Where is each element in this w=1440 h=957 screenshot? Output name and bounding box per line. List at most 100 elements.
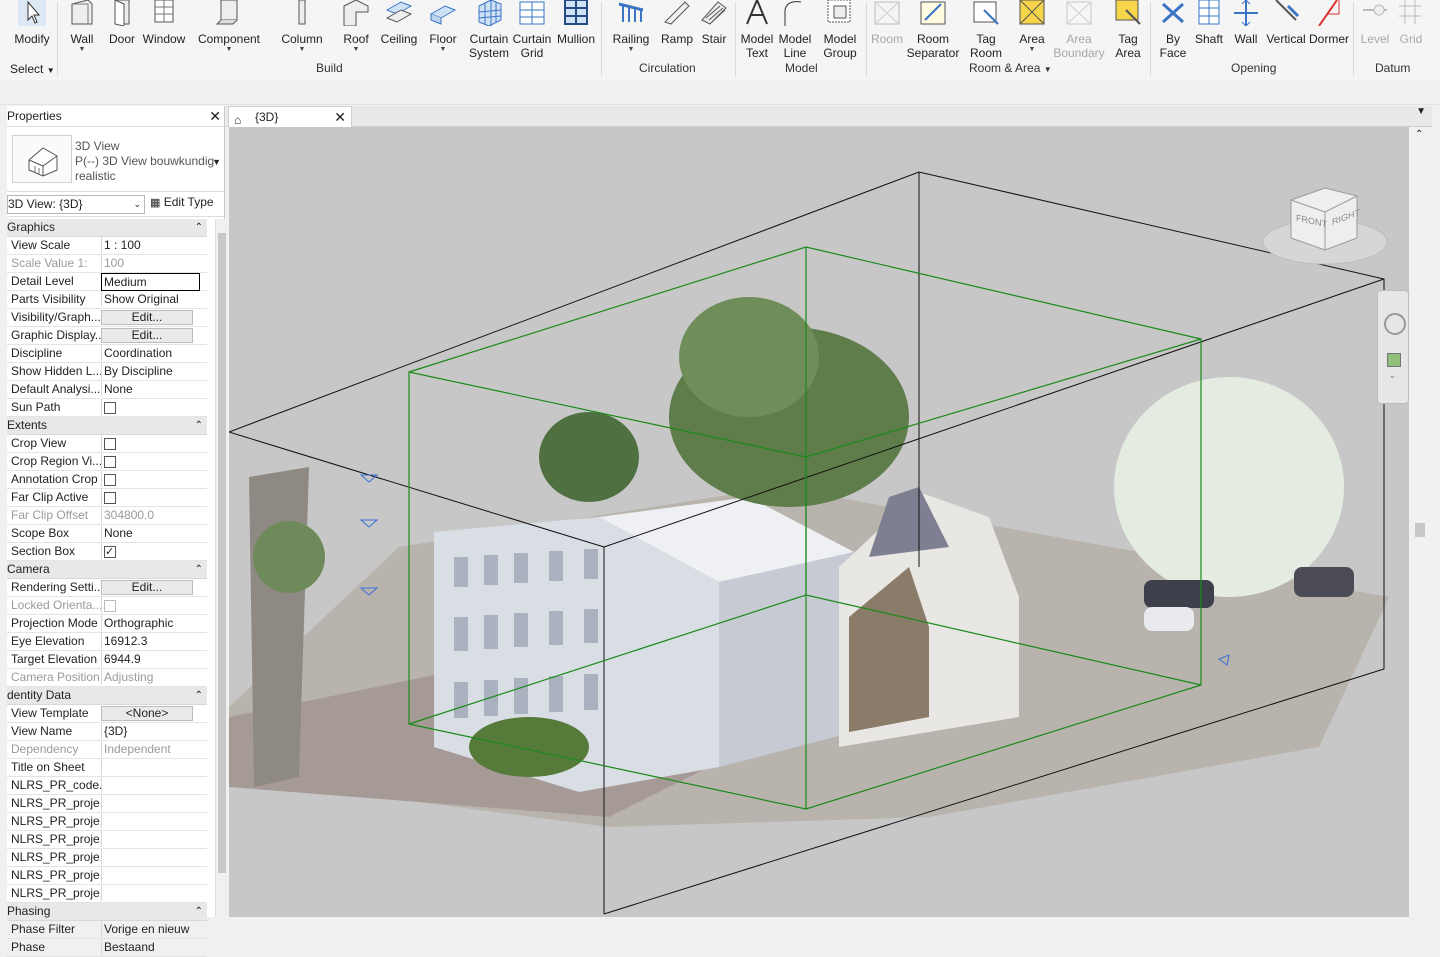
tag-area-button[interactable]: Tag Area — [1110, 0, 1146, 60]
scrollbar-thumb[interactable] — [1415, 523, 1425, 537]
door-button[interactable]: Door — [106, 0, 138, 46]
section-phasing[interactable]: Phasing ⌃ — [7, 903, 207, 921]
prop-nlrs-project[interactable]: NLRS_PR_proje... — [7, 795, 207, 813]
prop-graphic-display[interactable]: Graphic Display... Edit... — [7, 327, 207, 345]
railing-button[interactable]: Railing ▼ — [609, 0, 653, 53]
crop-view-checkbox[interactable] — [104, 438, 116, 450]
wall-opening-button[interactable]: Wall — [1230, 0, 1262, 46]
section-box-checkbox[interactable] — [104, 544, 116, 559]
stair-button[interactable]: Stair — [697, 0, 731, 46]
tab-menu-icon[interactable]: ▼ — [1416, 106, 1426, 117]
prop-nlrs-project[interactable]: NLRS_PR_proje... — [7, 885, 207, 903]
window-icon — [154, 0, 174, 23]
zoom-region-icon[interactable] — [1387, 353, 1401, 367]
model-group-button[interactable]: Model Group — [820, 0, 860, 60]
edit-type-button[interactable]: ▦ Edit Type — [150, 195, 214, 209]
prop-view-scale[interactable]: View Scale 1 : 100 — [7, 237, 207, 255]
prop-projection-mode[interactable]: Projection Mode Orthographic — [7, 615, 207, 633]
3d-viewport[interactable]: FRONT RIGHT ⌄ — [229, 127, 1409, 917]
prop-phase[interactable]: Phase Bestaand — [7, 939, 207, 957]
column-button[interactable]: Column ▼ — [279, 0, 325, 53]
roof-button[interactable]: Roof ▼ — [339, 0, 373, 53]
prop-rendering-settings[interactable]: Rendering Setti... Edit... — [7, 579, 207, 597]
room-button[interactable]: Room — [869, 0, 905, 46]
chevron-down-icon[interactable]: ⌄ — [1389, 371, 1396, 380]
section-graphics[interactable]: Graphics ⌃ — [7, 219, 207, 237]
edit-button[interactable]: Edit... — [101, 310, 193, 325]
prop-crop-view[interactable]: Crop View — [7, 435, 207, 453]
section-identity-data[interactable]: dentity Data ⌃ — [7, 687, 207, 705]
prop-detail-level[interactable]: Detail Level Medium — [7, 273, 207, 291]
prop-sun-path[interactable]: Sun Path — [7, 399, 207, 417]
prop-far-clip-active[interactable]: Far Clip Active — [7, 489, 207, 507]
wall-button[interactable]: Wall ▼ — [66, 0, 98, 53]
close-icon[interactable]: ✕ — [209, 106, 221, 126]
grid-button[interactable]: Grid — [1396, 0, 1426, 46]
vertical-button[interactable]: Vertical — [1265, 0, 1307, 46]
prop-nlrs-project[interactable]: NLRS_PR_proje... — [7, 831, 207, 849]
prop-show-hidden-lines[interactable]: Show Hidden L... By Discipline — [7, 363, 207, 381]
prop-crop-region-visible[interactable]: Crop Region Vi... — [7, 453, 207, 471]
section-extents[interactable]: Extents ⌃ — [7, 417, 207, 435]
prop-nlrs-project[interactable]: NLRS_PR_proje... — [7, 867, 207, 885]
sun-path-checkbox[interactable] — [104, 402, 116, 414]
tag-room-button[interactable]: Tag Room — [966, 0, 1006, 60]
collapse-icon: ⌃ — [194, 222, 203, 233]
prop-annotation-crop[interactable]: Annotation Crop — [7, 471, 207, 489]
prop-nlrs-code[interactable]: NLRS_PR_code... — [7, 777, 207, 795]
model-line-button[interactable]: Model Line — [777, 0, 813, 60]
window-button[interactable]: Window — [142, 0, 186, 46]
viewport-scrollbar[interactable]: ⌃ — [1410, 127, 1430, 917]
type-selector[interactable]: 3D View P(--) 3D View bouwkundig realist… — [7, 127, 224, 192]
modify-button[interactable]: Modify — [11, 0, 53, 46]
prop-locked-orientation: Locked Orienta... — [7, 597, 207, 615]
level-button[interactable]: Level — [1358, 0, 1392, 46]
prop-target-elevation[interactable]: Target Elevation 6944.9 — [7, 651, 207, 669]
tab-3d-view[interactable]: ⌂ {3D} ✕ — [228, 106, 352, 127]
properties-scrollbar[interactable] — [215, 219, 228, 917]
curtain-system-button[interactable]: Curtain System — [468, 0, 510, 60]
ramp-button[interactable]: Ramp — [659, 0, 695, 46]
select-dropdown[interactable]: Select ▼ — [10, 62, 55, 76]
viewcube[interactable]: FRONT RIGHT — [1261, 182, 1389, 282]
far-clip-checkbox[interactable] — [104, 492, 116, 504]
prop-visibility-graphics[interactable]: Visibility/Graph... Edit... — [7, 309, 207, 327]
by-face-button[interactable]: By Face — [1156, 0, 1190, 60]
curtain-grid-button[interactable]: Curtain Grid — [512, 0, 552, 60]
area-button[interactable]: Area ▼ — [1013, 0, 1051, 53]
component-button[interactable]: Component ▼ — [197, 0, 261, 53]
prop-view-name[interactable]: View Name {3D} — [7, 723, 207, 741]
prop-view-template[interactable]: View Template <None> — [7, 705, 207, 723]
mullion-button[interactable]: Mullion — [555, 0, 597, 46]
room-area-panel-dropdown[interactable]: Room & Area ▼ — [969, 61, 1052, 75]
section-camera[interactable]: Camera ⌃ — [7, 561, 207, 579]
floor-button[interactable]: Floor ▼ — [426, 0, 460, 53]
left-tree-canopy — [253, 521, 325, 593]
ceiling-button[interactable]: Ceiling — [379, 0, 419, 46]
prop-parts-visibility[interactable]: Parts Visibility Show Original — [7, 291, 207, 309]
prop-nlrs-project[interactable]: NLRS_PR_proje... — [7, 849, 207, 867]
model-text-button[interactable]: Model Text — [739, 0, 775, 60]
prop-scope-box[interactable]: Scope Box None — [7, 525, 207, 543]
scrollbar-thumb[interactable] — [218, 233, 226, 873]
room-separator-button[interactable]: Room Separator — [905, 0, 961, 60]
steering-wheel-icon[interactable] — [1384, 313, 1406, 335]
dormer-button[interactable]: Dormer — [1308, 0, 1350, 46]
area-boundary-button[interactable]: Area Boundary — [1053, 0, 1105, 60]
prop-phase-filter[interactable]: Phase Filter Vorige en nieuw — [7, 921, 207, 939]
view-template-button[interactable]: <None> — [101, 706, 193, 721]
crop-region-checkbox[interactable] — [104, 456, 116, 468]
instance-filter-dropdown[interactable]: 3D View: {3D} ⌄ — [7, 195, 145, 214]
scroll-up-icon[interactable]: ⌃ — [1415, 129, 1423, 140]
edit-button[interactable]: Edit... — [101, 328, 193, 343]
prop-eye-elevation[interactable]: Eye Elevation 16912.3 — [7, 633, 207, 651]
prop-discipline[interactable]: Discipline Coordination — [7, 345, 207, 363]
prop-default-analysis[interactable]: Default Analysi... None — [7, 381, 207, 399]
shaft-button[interactable]: Shaft — [1192, 0, 1226, 46]
edit-button[interactable]: Edit... — [101, 580, 193, 595]
close-icon[interactable]: ✕ — [334, 107, 346, 127]
prop-title-on-sheet[interactable]: Title on Sheet — [7, 759, 207, 777]
annotation-crop-checkbox[interactable] — [104, 474, 116, 486]
prop-nlrs-project[interactable]: NLRS_PR_proje... — [7, 813, 207, 831]
prop-section-box[interactable]: Section Box — [7, 543, 207, 561]
